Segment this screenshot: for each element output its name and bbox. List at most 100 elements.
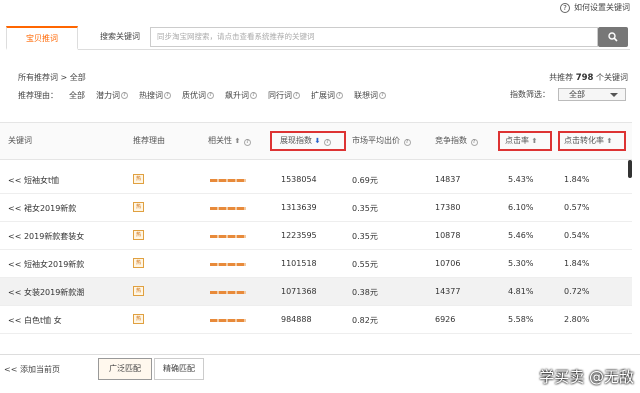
help-icon: ? [164,92,171,99]
help-icon: ? [121,92,128,99]
col-competition[interactable]: 竞争指数 ? [435,135,478,146]
row-impressions: 1313639 [281,203,317,212]
reason-assoc[interactable]: 联想词? [354,90,386,101]
help-icon: ? [336,92,343,99]
reason-quality[interactable]: 质优词? [182,90,214,101]
row-ctr: 4.81% [508,287,534,296]
hot-badge: 热 [133,202,144,212]
help-icon: ? [379,92,386,99]
row-cvr: 0.72% [564,287,590,296]
row-ctr: 6.10% [508,203,534,212]
reason-filter: 推荐理由： 全部 潜力词? 热搜词? 质优词? 飙升词? 同行词? 扩展词? 联… [18,90,397,101]
table-row[interactable]: << 白色t恤 女 热 984888 0.82元 6926 5.58% 2.80… [0,306,632,334]
row-ctr: 5.58% [508,315,534,324]
highlight-box [498,131,552,151]
row-cvr: 0.57% [564,203,590,212]
row-competition: 17380 [435,203,461,212]
help-link[interactable]: ? 如何设置关键词 [560,2,630,13]
row-bid: 0.35元 [352,204,378,213]
table-row[interactable]: << 短袖女t恤 热 1538054 0.69元 14837 5.43% 1.8… [0,166,632,194]
row-keyword[interactable]: << 女装2019新款潮 [8,287,84,298]
breadcrumb: 所有推荐词 > 全部 [18,73,86,82]
relevance-bar [210,235,246,238]
row-keyword[interactable]: << 裙女2019新款 [8,203,76,214]
total-suffix: 个关键词 [596,73,628,82]
broad-match-button[interactable]: 广泛匹配 [98,358,152,380]
relevance-bar [210,319,246,322]
help-icon: ? [243,139,251,146]
row-ctr: 5.43% [508,175,534,184]
help-icon: ? [403,139,411,146]
help-icon: ? [250,92,257,99]
total-prefix: 共推荐 [549,73,574,82]
row-keyword[interactable]: << 短袖女t恤 [8,175,59,186]
row-cvr: 1.84% [564,259,590,268]
reason-extend[interactable]: 扩展词? [311,90,343,101]
relevance-bar [210,263,246,266]
hot-badge: 热 [133,258,144,268]
hot-badge: 热 [133,286,144,296]
tab-item-recommend[interactable]: 宝贝推词 [6,26,78,50]
reason-all[interactable]: 全部 [69,90,85,101]
row-cvr: 0.54% [564,231,590,240]
row-competition: 6926 [435,315,456,324]
row-keyword[interactable]: << 短袖女2019新款 [8,259,84,270]
watermark: 学买卖 @无敌 [539,368,634,386]
row-bid: 0.69元 [352,176,378,185]
add-page-button[interactable]: << 添加当前页 [4,364,60,375]
row-impressions: 1223595 [281,231,317,240]
row-competition: 10878 [435,231,461,240]
exact-match-button[interactable]: 精确匹配 [154,358,204,380]
reason-potential[interactable]: 潜力词? [96,90,128,101]
col-avg-bid[interactable]: 市场平均出价 ? [352,135,411,146]
sort-arrow-icon: ⬆ [234,137,241,145]
row-keyword[interactable]: << 2019新款套装女 [8,231,84,242]
table-row[interactable]: << 女装2019新款潮 热 1071368 0.38元 14377 4.81%… [0,278,632,306]
reason-hot[interactable]: 热搜词? [139,90,171,101]
row-cvr: 1.84% [564,175,590,184]
row-cvr: 2.80% [564,315,590,324]
reason-rising[interactable]: 飙升词? [225,90,257,101]
index-filter-label: 指数筛选： [510,90,550,99]
search-button[interactable] [598,27,628,47]
relevance-bar [210,207,246,210]
row-bid: 0.55元 [352,260,378,269]
top-bar: ? 如何设置关键词 [0,0,640,16]
reason-label: 推荐理由： [18,91,58,100]
row-impressions: 1071368 [281,287,317,296]
table-row[interactable]: << 2019新款套装女 热 1223595 0.35元 10878 5.46%… [0,222,632,250]
reason-peer[interactable]: 同行词? [268,90,300,101]
row-ctr: 5.30% [508,259,534,268]
row-bid: 0.38元 [352,288,378,297]
col-relevance[interactable]: 相关性 ⬆ ? [208,135,251,146]
keyword-table: 关键词 推荐理由 相关性 ⬆ ? 展现指数 ⬇ ? 市场平均出价 ? 竞争指数 … [0,122,632,354]
help-label: 如何设置关键词 [574,3,630,12]
row-keyword[interactable]: << 白色t恤 女 [8,315,62,326]
row-competition: 10706 [435,259,461,268]
table-row[interactable]: << 裙女2019新款 热 1313639 0.35元 17380 6.10% … [0,194,632,222]
row-impressions: 1538054 [281,175,317,184]
help-icon: ? [207,92,214,99]
hot-badge: 热 [133,314,144,324]
tab-search-keywords[interactable]: 搜索关键词 [84,26,156,50]
row-ctr: 5.46% [508,231,534,240]
row-competition: 14837 [435,175,461,184]
highlight-box [558,131,626,151]
help-icon: ? [293,92,300,99]
help-icon: ? [470,139,478,146]
row-bid: 0.82元 [352,316,378,325]
hot-badge: 热 [133,230,144,240]
scrollbar-thumb[interactable] [628,160,632,178]
row-impressions: 1101518 [281,259,317,268]
question-circle-icon: ? [560,2,570,13]
relevance-bar [210,291,246,294]
search-input[interactable]: 同步淘宝网搜索，请点击查看系统推荐的关键词 [150,27,598,47]
relevance-bar [210,179,246,182]
search-icon [608,32,618,42]
total-count: 共推荐 798 个关键词 [549,72,628,83]
table-header: 关键词 推荐理由 相关性 ⬆ ? 展现指数 ⬇ ? 市场平均出价 ? 竞争指数 … [0,122,632,160]
table-row[interactable]: << 短袖女2019新款 热 1101518 0.55元 10706 5.30%… [0,250,632,278]
row-impressions: 984888 [281,315,312,324]
row-bid: 0.35元 [352,232,378,241]
index-filter-select[interactable]: 全部 [558,88,626,101]
